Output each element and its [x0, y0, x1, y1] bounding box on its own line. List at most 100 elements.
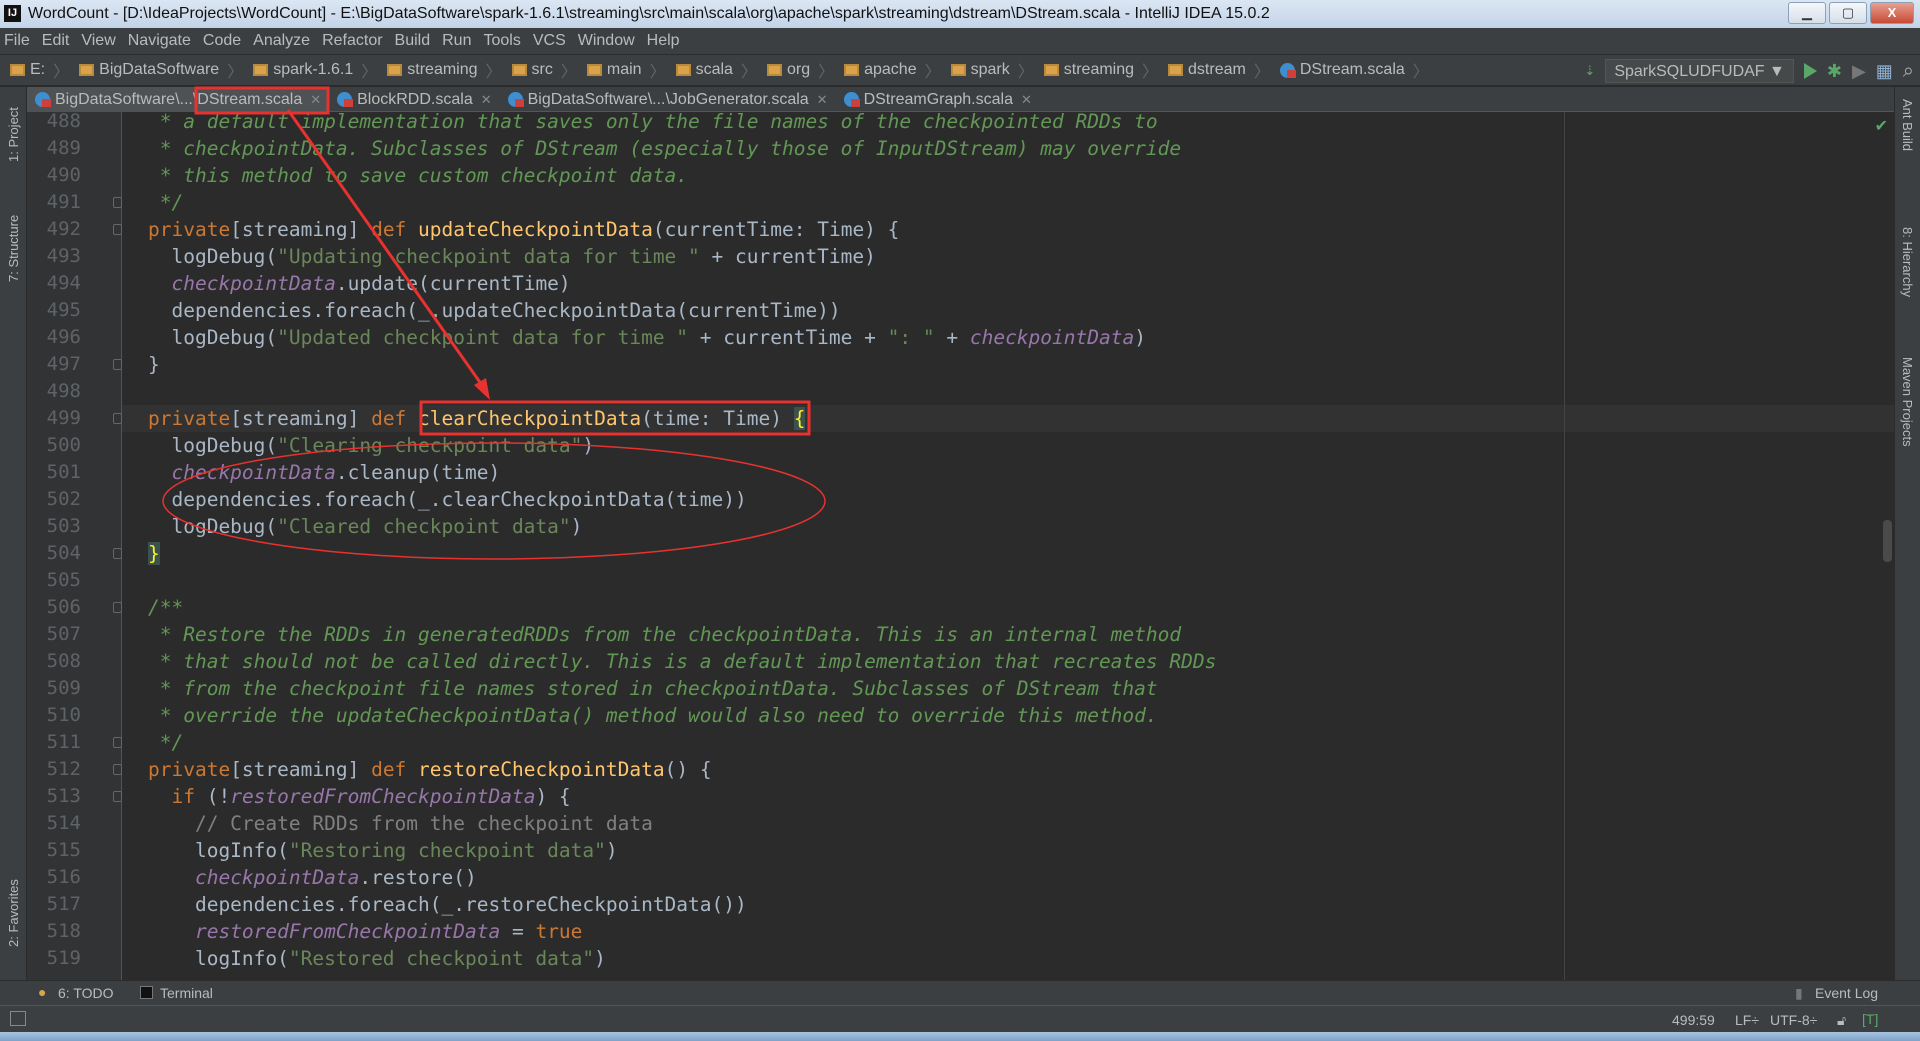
line-separator[interactable]: LF÷ — [1735, 1012, 1759, 1028]
code-token: { — [793, 407, 806, 430]
close-tab-icon[interactable]: ✕ — [310, 92, 321, 108]
breadcrumb-item[interactable]: dstream 〉 — [1168, 58, 1270, 82]
menu-file[interactable]: File — [4, 28, 30, 54]
menu-code[interactable]: Code — [203, 28, 241, 54]
tool-favorites[interactable]: 2: Favorites — [6, 879, 21, 947]
project-structure-icon[interactable]: ▦ — [1876, 61, 1893, 82]
chevron-right-icon: 〉 — [740, 64, 757, 81]
code-token: */ — [148, 731, 184, 754]
breadcrumb-item[interactable]: spark 〉 — [950, 58, 1034, 82]
code-text: dependencies.foreach(_.restoreCheckpoint… — [148, 891, 747, 918]
tool-structure[interactable]: 7: Structure — [6, 215, 21, 282]
tool-window-toggle-icon[interactable] — [10, 1011, 26, 1026]
code-token: "Updated checkpoint data for time " — [277, 326, 689, 349]
close-tab-icon[interactable]: ✕ — [481, 92, 492, 108]
fold-marker-icon[interactable] — [113, 197, 122, 208]
breadcrumb-item[interactable]: apache 〉 — [844, 58, 941, 82]
code-token: * checkpointData. Subclasses of DStream … — [148, 137, 1182, 160]
code-token: = — [500, 920, 536, 943]
menu-navigate[interactable]: Navigate — [128, 28, 191, 54]
code-text: * from the checkpoint file names stored … — [148, 675, 1158, 702]
coverage-icon[interactable]: ▶ — [1852, 61, 1866, 82]
tool-terminal[interactable]: Terminal — [160, 985, 213, 1001]
code-token: ) { — [535, 785, 571, 808]
menu-vcs[interactable]: VCS — [533, 28, 566, 54]
breadcrumb-item[interactable]: DStream.scala 〉 — [1279, 58, 1429, 82]
right-tool-strip: Ant Build 8: Hierarchy Maven Projects — [1894, 87, 1920, 980]
code-line: private[streaming] def restoreCheckpoint… — [122, 756, 1894, 783]
vcs-icon[interactable]: ⇣ — [1584, 63, 1595, 79]
code-text: /** — [148, 594, 183, 621]
code-token: dependencies.foreach(_.updateCheckpointD… — [148, 299, 841, 322]
code-line: restoredFromCheckpointData = true — [122, 918, 1894, 945]
menu-help[interactable]: Help — [647, 28, 680, 54]
breadcrumb-item[interactable]: streaming 〉 — [1043, 58, 1158, 82]
code-editor[interactable]: logInfo("Restored checkpoint data") rest… — [122, 112, 1894, 980]
breadcrumb-label: org — [786, 61, 811, 78]
menu-edit[interactable]: Edit — [42, 28, 70, 54]
menu-refactor[interactable]: Refactor — [322, 28, 382, 54]
scrollbar-thumb[interactable] — [1883, 520, 1892, 562]
tool-project[interactable]: 1: Project — [6, 107, 21, 162]
chevron-right-icon: 〉 — [818, 64, 835, 81]
run-icon[interactable] — [1803, 63, 1817, 79]
close-tab-icon[interactable]: ✕ — [1021, 92, 1032, 108]
close-button[interactable]: X — [1870, 2, 1914, 24]
fold-marker-icon[interactable] — [113, 224, 122, 235]
menu-run[interactable]: Run — [442, 28, 471, 54]
folder-icon — [511, 64, 527, 76]
tool-event-log[interactable]: Event Log — [1815, 985, 1878, 1001]
fold-marker-icon[interactable] — [113, 548, 122, 559]
lock-icon[interactable]: 🔓︎ — [1837, 1012, 1846, 1029]
encoding[interactable]: UTF-8÷ — [1770, 1012, 1817, 1028]
tool-todo[interactable]: 6: TODO — [58, 985, 114, 1001]
code-token: checkpointData — [969, 326, 1135, 349]
position-indicator[interactable]: 499:59 — [1672, 1012, 1715, 1028]
left-tool-strip: 1: Project 7: Structure 2: Favorites — [0, 87, 27, 980]
code-token: clearCheckpointData — [418, 407, 642, 430]
fold-marker-icon[interactable] — [113, 359, 122, 370]
code-token: checkpointData — [171, 461, 336, 484]
breadcrumb-item[interactable]: src 〉 — [511, 58, 577, 82]
fold-marker-icon[interactable] — [113, 413, 122, 424]
menu-build[interactable]: Build — [395, 28, 431, 54]
fold-marker-icon[interactable] — [113, 791, 122, 802]
line-number: 504 — [46, 542, 81, 564]
code-line: logDebug("Cleared checkpoint data") — [122, 513, 1894, 540]
tab-1[interactable]: BlockRDD.scala ✕ — [329, 87, 500, 112]
menu-analyze[interactable]: Analyze — [253, 28, 310, 54]
code-text: * checkpointData. Subclasses of DStream … — [148, 135, 1181, 162]
tool-maven-projects[interactable]: Maven Projects — [1900, 357, 1915, 447]
maximize-button[interactable]: ▢ — [1829, 2, 1867, 24]
tab-3[interactable]: DStreamGraph.scala ✕ — [836, 87, 1040, 112]
menu-window[interactable]: Window — [578, 28, 635, 54]
search-icon[interactable]: ⌕ — [1903, 60, 1914, 83]
fold-marker-icon[interactable] — [113, 602, 122, 613]
breadcrumb-item[interactable]: E: 〉 — [10, 58, 69, 82]
menu-view[interactable]: View — [81, 28, 115, 54]
breadcrumb-item[interactable]: spark-1.6.1 〉 — [253, 58, 377, 82]
inspection-icon[interactable]: [T] — [1862, 1011, 1878, 1027]
breadcrumb-item[interactable]: main 〉 — [586, 58, 666, 82]
code-line: */ — [122, 729, 1894, 756]
menu-tools[interactable]: Tools — [483, 28, 520, 54]
tool-ant-build[interactable]: Ant Build — [1900, 99, 1915, 151]
code-token: restoreCheckpointData — [418, 758, 665, 781]
breadcrumb-item[interactable]: org 〉 — [766, 58, 835, 82]
tool-hierarchy[interactable]: 8: Hierarchy — [1900, 227, 1915, 297]
breadcrumb-item[interactable]: streaming 〉 — [387, 58, 502, 82]
close-tab-icon[interactable]: ✕ — [817, 92, 828, 108]
breadcrumb-item[interactable]: scala 〉 — [675, 58, 757, 82]
line-number: 500 — [46, 434, 81, 456]
code-token: ) — [605, 839, 618, 862]
tab-2[interactable]: BigDataSoftware\...\JobGenerator.scala ✕ — [500, 87, 836, 112]
fold-marker-icon[interactable] — [113, 764, 122, 775]
debug-icon[interactable]: ✱ — [1827, 61, 1842, 82]
folder-icon — [387, 64, 403, 76]
fold-marker-icon[interactable] — [113, 737, 122, 748]
minimize-button[interactable]: ▁ — [1788, 2, 1826, 24]
breadcrumb-item[interactable]: BigDataSoftware 〉 — [79, 58, 243, 82]
run-configuration-select[interactable]: SparkSQLUDFUDAF ▼ — [1605, 59, 1794, 83]
code-text: private[streaming] def clearCheckpointDa… — [148, 405, 806, 432]
